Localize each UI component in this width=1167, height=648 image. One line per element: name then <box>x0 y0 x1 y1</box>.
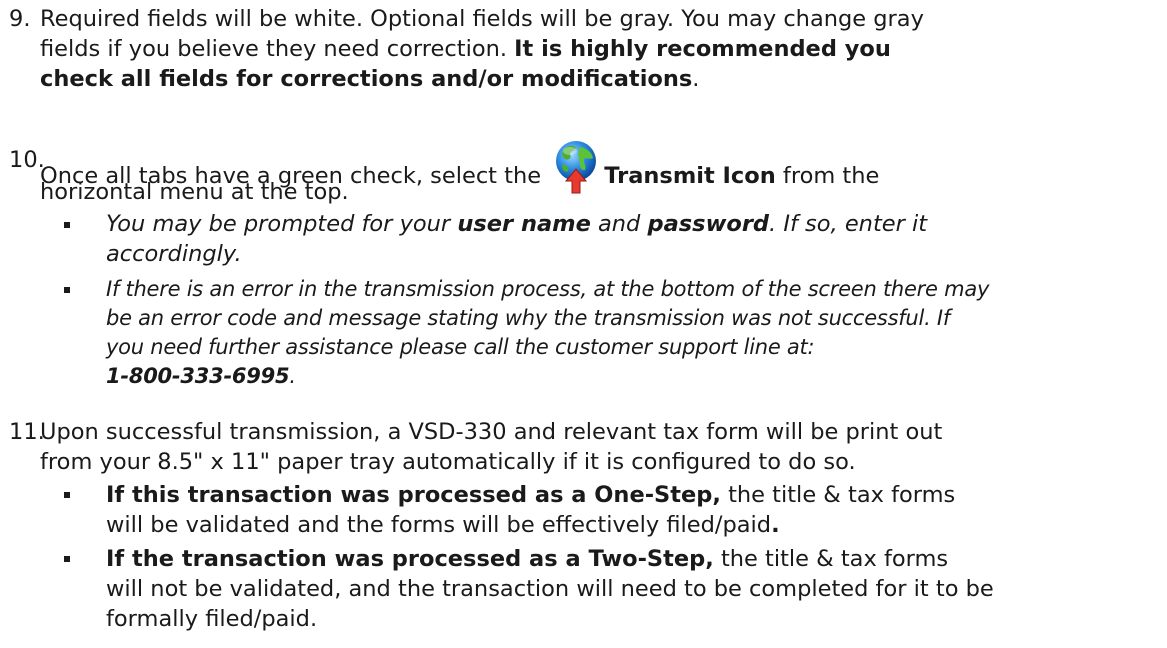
emphasis-text: user name <box>457 211 591 237</box>
text-run: be an error code and message stating why… <box>106 306 951 330</box>
bullet-marker <box>64 287 70 293</box>
text-run: You may be prompted for your <box>106 211 458 237</box>
text-run: the title & tax forms <box>720 482 956 508</box>
text-run: . If so, enter it <box>769 211 928 237</box>
step-line: fields if you believe they need correcti… <box>40 36 515 62</box>
bullet-text: If there is an error in the transmission… <box>106 275 1156 391</box>
step-line: from your 8.5" x 11" paper tray automati… <box>40 449 856 475</box>
text-run: and <box>590 211 648 237</box>
instruction-document: 9. Required fields will be white. Option… <box>0 0 1167 648</box>
text-run: accordingly. <box>106 241 242 267</box>
emphasis-text: password <box>647 211 770 237</box>
bullet-text: You may be prompted for your user name a… <box>106 209 1156 269</box>
step-line: Upon successful transmission, a VSD-330 … <box>40 419 943 445</box>
step-text: Required fields will be white. Optional … <box>40 4 1160 94</box>
text-run: you need further assistance please call … <box>106 335 815 359</box>
bullet-marker <box>64 492 70 498</box>
step-number: 9. <box>9 6 31 32</box>
emphasis-text: If this transaction was processed as a O… <box>106 482 721 508</box>
text-run: the title & tax forms <box>713 546 949 572</box>
emphasis-text: check all fields for corrections and/or … <box>40 66 693 92</box>
text-run: will not be validated, and the transacti… <box>106 576 994 602</box>
bullet-text: If this transaction was processed as a O… <box>106 480 1156 540</box>
text-run: formally filed/paid. <box>106 606 318 632</box>
bullet-text: If the transaction was processed as a Tw… <box>106 544 1156 634</box>
step-text-cont: horizontal menu at the top. <box>40 177 1160 207</box>
step-text: Upon successful transmission, a VSD-330 … <box>40 417 1160 477</box>
step-line: Required fields will be white. Optional … <box>40 6 924 32</box>
emphasis-text: It is highly recommended you <box>514 36 891 62</box>
text-run: will be validated and the forms will be … <box>106 512 772 538</box>
bullet-marker <box>64 222 70 228</box>
support-phone-number: 1-800-333-6995 <box>106 364 290 388</box>
punctuation: . <box>771 512 780 538</box>
text-run: If there is an error in the transmission… <box>106 277 990 301</box>
step-line: horizontal menu at the top. <box>40 179 349 205</box>
emphasis-text: If the transaction was processed as a Tw… <box>106 546 714 572</box>
punctuation: . <box>289 364 296 388</box>
bullet-marker <box>64 556 70 562</box>
punctuation: . <box>692 66 700 92</box>
